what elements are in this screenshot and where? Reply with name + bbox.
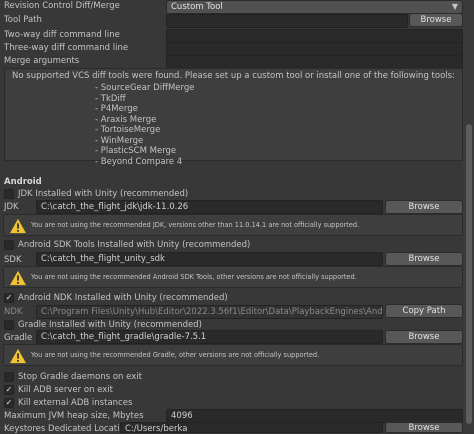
list-item: - PlasticSCM Merge [95,146,177,156]
tool-path-label: Tool Path [4,15,42,25]
chevron-down-icon: ▼ [451,2,458,11]
android-section-title: Android [4,177,42,187]
jdk-label: JDK [4,202,19,212]
revision-control-dropdown[interactable]: Custom Tool ▼ [166,0,463,14]
max-heap-field[interactable]: 4096 [166,409,463,423]
gradle-label: Gradle [4,333,33,343]
jdk-warning-box: You are not using the recommended JDK, v… [3,214,463,236]
revision-control-value: Custom Tool [171,2,223,12]
sdk-installed-label: Android SDK Tools Installed with Unity (… [18,240,251,250]
gradle-warning-box: You are not using the recommended Gradle… [3,344,463,366]
vcs-notice-box: No supported VCS diff tools were found. … [4,68,463,167]
two-way-diff-field[interactable] [166,29,463,43]
kill-external-adb-checkbox[interactable]: ✓ [4,398,14,408]
gradle-browse-button[interactable]: Browse [385,330,463,344]
three-way-diff-label: Three-way diff command line [4,43,129,53]
max-heap-label: Maximum JVM heap size, Mbytes [4,411,144,421]
tool-path-field[interactable] [166,14,408,28]
jdk-installed-label: JDK Installed with Unity (recommended) [18,189,189,199]
list-item: - SourceGear DiffMerge [95,83,195,93]
kill-adb-label: Kill ADB server on exit [18,385,113,395]
ndk-installed-checkbox[interactable]: ✓ [4,293,14,303]
gradle-installed-label: Gradle Installed with Unity (recommended… [18,320,202,330]
jdk-warning-text: You are not using the recommended JDK, v… [31,221,360,229]
list-item: - Araxis Merge [95,114,157,125]
jdk-browse-button[interactable]: Browse [385,200,463,214]
scrollbar-thumb[interactable] [466,124,472,424]
vcs-tool-list: - SourceGear DiffMerge - TkDiff - P4Merg… [95,83,194,167]
sdk-path-field[interactable]: C:\catch_the_flight_unity_sdk [36,252,383,266]
ndk-installed-label: Android NDK Installed with Unity (recomm… [18,293,228,303]
sdk-installed-checkbox[interactable] [4,240,14,250]
stop-gradle-label: Stop Gradle daemons on exit [18,372,142,382]
list-item: - TortoiseMerge [95,125,161,135]
warning-icon [10,270,26,286]
sdk-label: SDK [4,255,22,265]
gradle-installed-checkbox[interactable] [4,320,14,330]
kill-adb-checkbox[interactable]: ✓ [4,385,14,395]
keystores-location-field[interactable]: C:/Users/berka [120,422,383,433]
stop-gradle-checkbox[interactable] [4,372,14,382]
ndk-path-field: C:\Program Files\Unity\Hub\Editor\2022.3… [36,305,383,319]
gradle-path-field[interactable]: C:\catch_the_flight_gradle\gradle-7.5.1 [36,330,383,344]
sdk-warning-box: You are not using the recommended Androi… [3,266,463,288]
merge-arguments-field[interactable] [166,55,463,69]
kill-external-adb-label: Kill external ADB instances [18,398,133,408]
list-item: - P4Merge [95,104,138,114]
list-item: - TkDiff [95,93,126,104]
merge-arguments-label: Merge arguments [4,56,80,66]
tool-path-browse-button[interactable]: Browse [409,13,463,27]
ndk-label: NDK [4,307,23,317]
jdk-installed-checkbox[interactable] [4,189,14,199]
ndk-copy-path-button[interactable]: Copy Path [385,304,463,318]
gradle-warning-text: You are not using the recommended Gradle… [31,351,320,359]
two-way-diff-label: Two-way diff command line [4,30,120,40]
warning-icon [10,218,26,234]
warning-icon [10,348,26,364]
list-item: - Beyond Compare 4 [95,156,183,167]
list-item: - WinMerge [95,135,144,146]
keystores-browse-button[interactable]: Browse [385,422,463,433]
three-way-diff-field[interactable] [166,42,463,56]
vcs-notice-text: No supported VCS diff tools were found. … [12,71,455,81]
revision-control-label: Revision Control Diff/Merge [4,1,120,11]
sdk-browse-button[interactable]: Browse [385,252,463,266]
jdk-path-field[interactable]: C:\catch_the_flight_jdk\jdk-11.0.26 [36,200,383,214]
sdk-warning-text: You are not using the recommended Androi… [31,273,357,281]
